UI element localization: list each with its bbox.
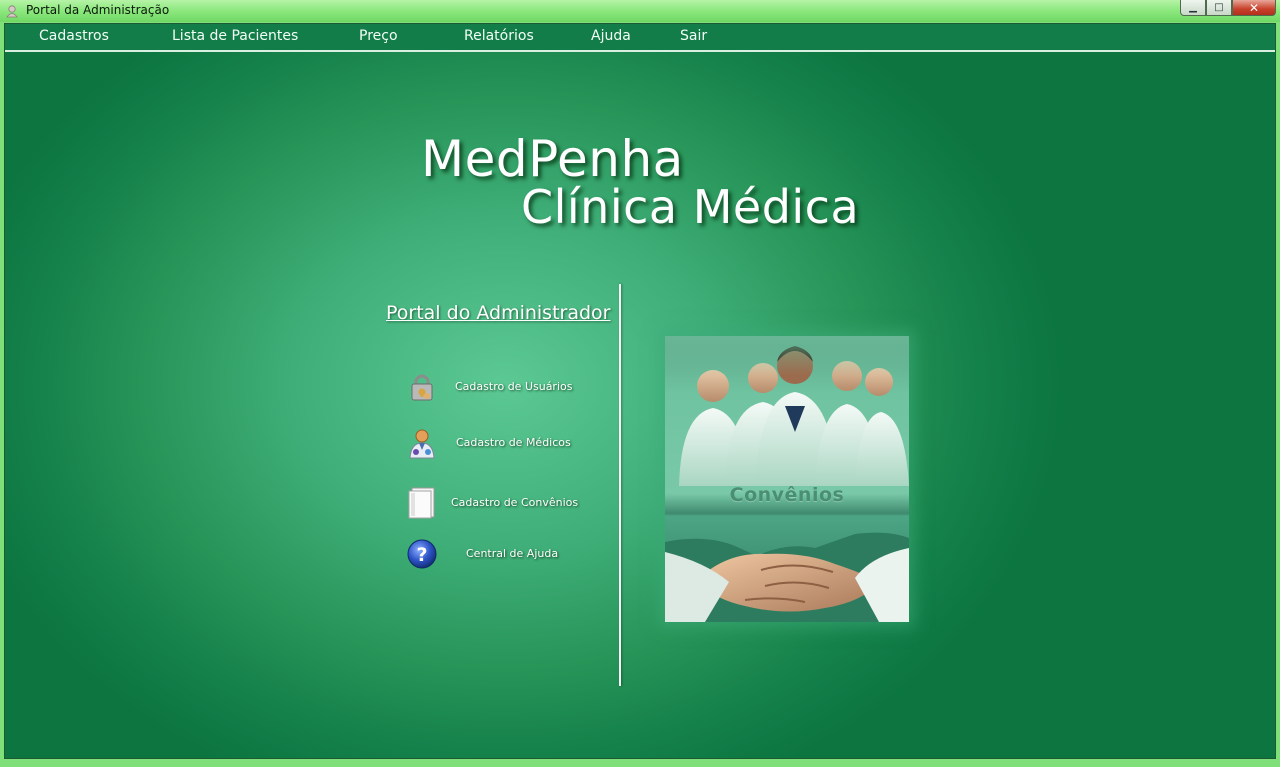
menu-item-sair[interactable]: Sair xyxy=(680,28,707,44)
cadastro-convenios-link[interactable]: Cadastro de Convênios xyxy=(405,486,585,520)
portal-title: Portal do Administrador xyxy=(386,302,611,324)
help-icon: ? xyxy=(407,539,437,569)
cadastro-medicos-link[interactable]: Cadastro de Médicos xyxy=(405,426,585,460)
client-area: Cadastros Lista de Pacientes Preço Relat… xyxy=(4,23,1276,759)
menu-item-cadastros[interactable]: Cadastros xyxy=(39,28,109,44)
action-label: Cadastro de Convênios xyxy=(451,496,579,509)
cadastro-usuarios-link[interactable]: Cadastro de Usuários xyxy=(405,370,585,404)
document-icon xyxy=(408,487,435,519)
handshake xyxy=(665,532,909,622)
menu-item-ajuda[interactable]: Ajuda xyxy=(591,28,631,44)
menu-item-preco[interactable]: Preço xyxy=(359,28,398,44)
menu-bar: Cadastros Lista de Pacientes Preço Relat… xyxy=(5,24,1275,52)
doctors-handshake-illustration xyxy=(665,336,909,622)
maximize-button[interactable]: □ xyxy=(1206,0,1232,16)
menu-item-lista-de-pacientes[interactable]: Lista de Pacientes xyxy=(172,28,298,44)
action-label: Cadastro de Usuários xyxy=(455,380,573,393)
convenios-banner-image: Convênios xyxy=(665,336,909,622)
vertical-divider xyxy=(619,284,621,686)
svg-text:?: ? xyxy=(416,544,427,566)
window-controls: ▁ □ ✕ xyxy=(1180,0,1276,16)
window-frame-bottom xyxy=(0,759,1280,767)
central-de-ajuda-link[interactable]: ? Central de Ajuda xyxy=(405,537,585,571)
doctor-icon xyxy=(409,429,435,459)
app-icon xyxy=(6,5,18,18)
minimize-button[interactable]: ▁ xyxy=(1180,0,1206,16)
brand-subtitle: Clínica Médica xyxy=(521,180,860,234)
window-frame-right xyxy=(1276,22,1280,767)
close-button[interactable]: ✕ xyxy=(1232,0,1276,16)
padlock-user-icon xyxy=(411,374,433,401)
window-titlebar: Portal da Administração ▁ □ ✕ xyxy=(0,0,1280,22)
window-title: Portal da Administração xyxy=(26,3,170,17)
action-label: Cadastro de Médicos xyxy=(456,436,571,449)
convenios-label: Convênios xyxy=(729,484,845,506)
menu-item-relatorios[interactable]: Relatórios xyxy=(464,28,534,44)
action-label: Central de Ajuda xyxy=(466,547,559,560)
